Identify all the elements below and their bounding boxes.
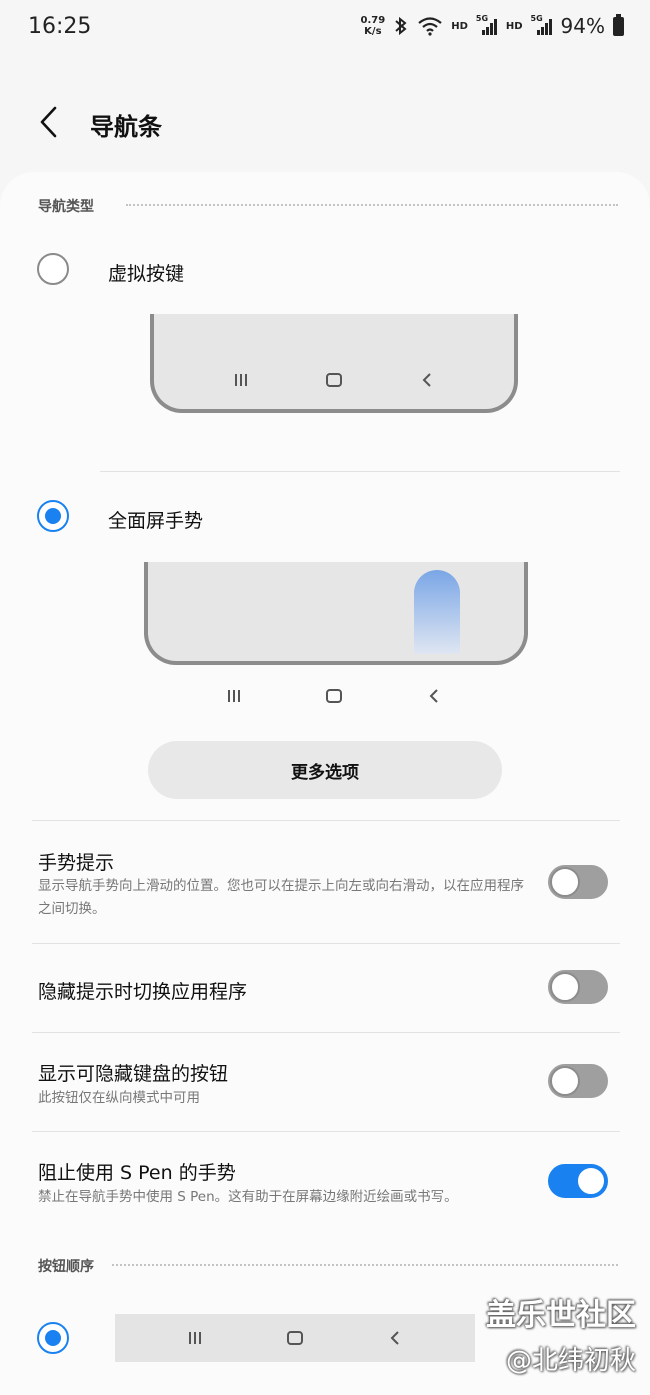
spen-gestures-toggle[interactable] xyxy=(548,1164,608,1198)
section-divider xyxy=(126,204,618,206)
setting-title: 隐藏提示时切换应用程序 xyxy=(38,981,248,1003)
divider xyxy=(32,820,620,821)
setting-title: 阻止使用 S Pen 的手势 xyxy=(38,1162,236,1184)
option-label-virtual-keys[interactable]: 虚拟按键 xyxy=(108,259,184,286)
setting-title: 手势提示 xyxy=(38,852,115,874)
switch-apps-toggle[interactable] xyxy=(548,970,608,1004)
toggle-knob xyxy=(550,1066,580,1096)
radio-gestures[interactable] xyxy=(37,500,69,532)
toggle-knob xyxy=(576,1166,606,1196)
divider xyxy=(32,1131,620,1132)
more-options-button[interactable]: 更多选项 xyxy=(148,741,502,799)
setting-desc: 禁止在导航手势中使用 S Pen。这有助于在屏幕边缘附近绘画或书写。 xyxy=(38,1189,458,1205)
network-speed: 0.79 K/s xyxy=(360,15,386,37)
status-icons: 0.79 K/s HD 5G HD 5G 94% xyxy=(360,13,624,38)
status-time: 16:25 xyxy=(28,14,92,39)
home-icon xyxy=(287,1331,303,1345)
battery-icon xyxy=(613,13,624,36)
setting-title: 显示可隐藏键盘的按钮 xyxy=(38,1063,229,1085)
recents-icon xyxy=(189,1332,201,1344)
radio-virtual-keys[interactable] xyxy=(37,253,69,285)
section-label-button-order: 按钮顺序 xyxy=(38,1259,94,1275)
nav-back-icon xyxy=(429,689,438,703)
signal-icon: 5G xyxy=(476,14,498,36)
home-icon xyxy=(326,689,342,703)
setting-desc: 此按钮仅在纵向模式中可用 xyxy=(38,1090,200,1106)
recents-icon xyxy=(234,374,247,386)
toggle-knob xyxy=(550,867,580,897)
divider xyxy=(100,471,620,472)
nav-back-icon xyxy=(390,1331,399,1345)
status-bar: 16:25 0.79 K/s HD 5G HD 5G 94% xyxy=(0,0,650,56)
signal-icon-2: 5G xyxy=(531,14,553,36)
watermark-community: 盖乐世社区 xyxy=(486,1298,636,1333)
back-button[interactable] xyxy=(28,100,72,144)
toggle-knob xyxy=(550,972,580,1002)
gesture-hint-toggle[interactable] xyxy=(548,865,608,899)
watermark-author: @北纬初秋 xyxy=(505,1346,636,1376)
bluetooth-icon xyxy=(395,16,407,36)
keyboard-button-toggle[interactable] xyxy=(548,1064,608,1098)
gestures-preview[interactable] xyxy=(144,562,528,665)
hd-badge: HD xyxy=(451,20,468,32)
back-arrow-icon xyxy=(40,106,57,138)
app-header: 导航条 xyxy=(0,88,650,158)
divider xyxy=(32,1032,620,1033)
gesture-nav-keys xyxy=(184,680,484,712)
hd-badge-2: HD xyxy=(505,20,523,32)
battery-percent: 94% xyxy=(560,14,605,38)
nav-back-icon xyxy=(422,373,432,387)
recents-icon xyxy=(228,690,240,702)
swipe-hint-icon xyxy=(414,570,460,654)
order-nav-keys xyxy=(145,1322,445,1354)
button-order-preview[interactable] xyxy=(115,1314,475,1362)
section-label-nav-type: 导航类型 xyxy=(38,199,94,215)
home-icon xyxy=(325,373,342,387)
section-divider xyxy=(112,1264,618,1266)
setting-desc: 显示导航手势向上滑动的位置。您也可以在提示上向左或向右滑动，以在应用程序之间切换… xyxy=(38,878,524,917)
wifi-icon xyxy=(418,17,442,36)
divider xyxy=(32,943,620,944)
page-title: 导航条 xyxy=(90,113,162,141)
radio-button-order-1[interactable] xyxy=(37,1322,69,1354)
virtual-keys-preview[interactable] xyxy=(150,314,518,413)
preview-nav-keys xyxy=(194,364,474,396)
option-label-gestures[interactable]: 全面屏手势 xyxy=(108,506,203,533)
